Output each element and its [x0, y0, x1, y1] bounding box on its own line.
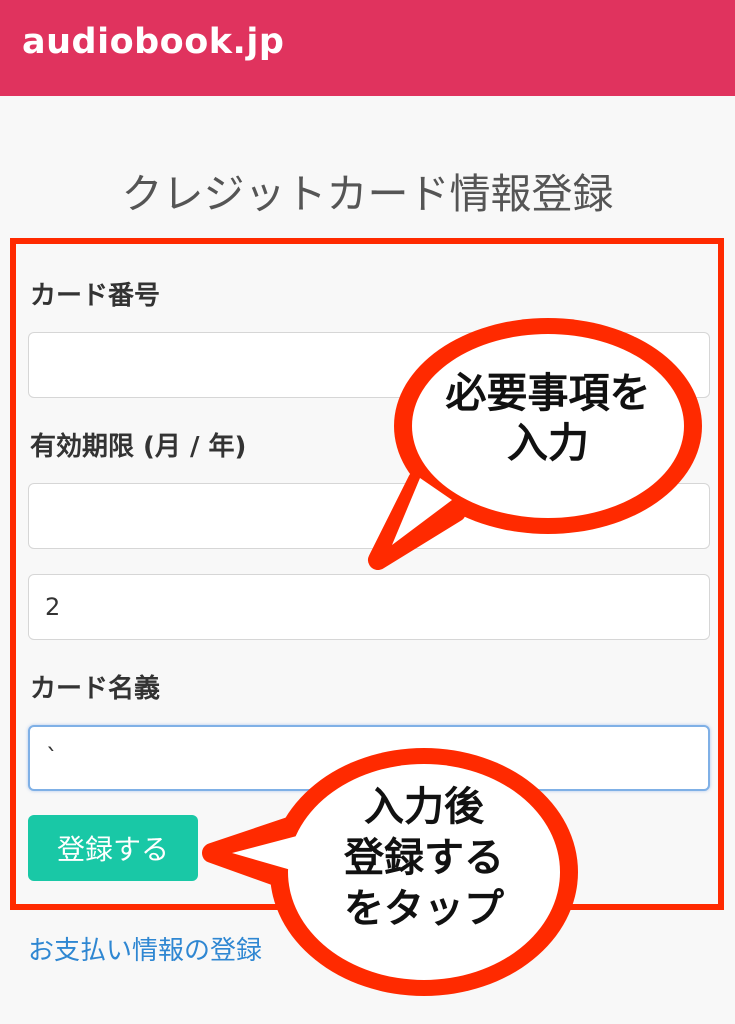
brand-logo[interactable]: audiobook.jp	[22, 22, 284, 62]
bubble-2-line: 登録する	[344, 835, 504, 882]
app-header: audiobook.jp	[0, 0, 735, 96]
bubble-2-line: 入力後	[364, 784, 484, 830]
page-title: クレジットカード情報登録	[121, 170, 614, 218]
bubble-2-text: 入力後 登録する をタップ	[300, 782, 548, 936]
payment-info-link[interactable]: お支払い情報の登録	[28, 930, 262, 967]
bubble-1-line: 必要事項を	[445, 369, 651, 417]
bubble-2-line: をタップ	[344, 886, 504, 933]
bubble-1-text: 必要事項を 入力	[412, 368, 684, 468]
bubble-1-line: 入力	[507, 419, 589, 468]
